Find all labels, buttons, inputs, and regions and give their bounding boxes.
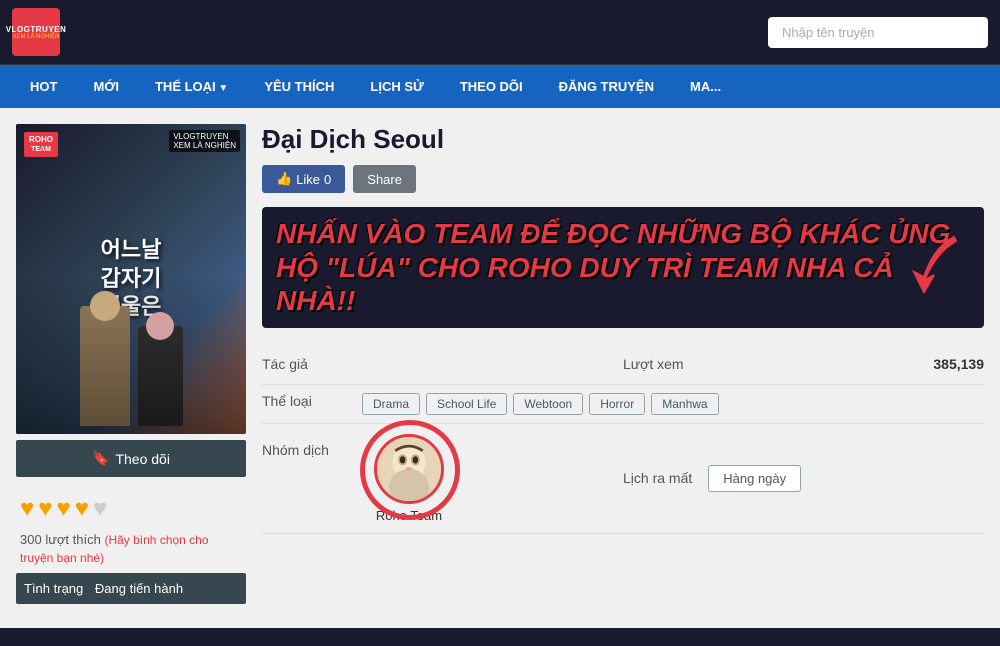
theo-doi-label: Theo dõi (115, 451, 169, 467)
logo-bottom: XEM LÀ NGHIỆN (12, 34, 59, 40)
nav-lich-su[interactable]: LỊCH SỬ (352, 65, 441, 108)
nav-the-loai[interactable]: THỂ LOẠI (137, 65, 246, 108)
hang-ngay-button[interactable]: Hàng ngày (708, 465, 801, 492)
navigation: HOT MỚI THỂ LOẠI YÊU THÍCH LỊCH SỬ THEO … (0, 65, 1000, 108)
cover-overlay-label: VLOGTRUYENXEM LÀ NGHIỆN (169, 130, 240, 152)
nav-yeu-thich[interactable]: YÊU THÍCH (246, 65, 352, 108)
search-input[interactable] (768, 17, 988, 48)
the-loai-label: Thể loại (262, 393, 362, 409)
nav-dang-truyen[interactable]: ĐĂNG TRUYỆN (541, 65, 672, 108)
tac-gia-inner: Tác giả (262, 352, 623, 376)
promo-text: NHẤN VÀO TEAM ĐỂ ĐỌC NHỮNG BỘ KHÁC ỦNG H… (276, 217, 970, 318)
like-button[interactable]: 👍 Like 0 (262, 165, 345, 193)
luot-xem-value: 385,139 (933, 356, 984, 372)
star-2[interactable]: ♥ (38, 495, 52, 523)
manga-layout: ROHO TEAM 어느날갑자기서울은 VLOGTRUYENXEM LÀ NGH… (16, 124, 984, 604)
star-1[interactable]: ♥ (20, 495, 34, 523)
logo-top: VLOGTRUYEN (6, 25, 67, 34)
votes-row: 300 lượt thích (Hãy bình chọn cho truyện… (16, 531, 246, 573)
genre-webtoon[interactable]: Webtoon (513, 393, 583, 415)
avatar-image (377, 437, 441, 501)
tac-gia-col: Tác giả (262, 352, 623, 376)
roho-badge-line1: ROHO (29, 134, 53, 145)
luot-xem-label: Lượt xem (623, 356, 684, 372)
char2 (138, 326, 183, 426)
tinh-trang-value: Đang tiến hành (95, 581, 183, 596)
votes-count: 300 lượt thích (20, 532, 104, 547)
nhom-dich-col: Nhóm dịch (262, 434, 623, 523)
action-buttons: 👍 Like 0 Share (262, 165, 984, 193)
status-row: Tình trạng Đang tiến hành (16, 573, 246, 604)
promo-arrow-icon (874, 227, 964, 307)
like-label: Like (296, 172, 320, 187)
nav-hot[interactable]: HOT (12, 65, 75, 108)
nav-theo-doi[interactable]: THEO DÕI (442, 65, 541, 108)
manga-title: Đại Dịch Seoul (262, 124, 984, 155)
avatar-svg (377, 434, 441, 504)
bookmark-icon: 🔖 (92, 450, 109, 467)
translator-name: Roho Team (376, 508, 442, 523)
left-panel: ROHO TEAM 어느날갑자기서울은 VLOGTRUYENXEM LÀ NGH… (16, 124, 246, 604)
star-3[interactable]: ♥ (57, 495, 71, 523)
genre-horror[interactable]: Horror (589, 393, 645, 415)
nhom-dich-row: Nhóm dịch (262, 424, 984, 534)
cover-characters (16, 274, 246, 434)
content-area: ROHO TEAM 어느날갑자기서울은 VLOGTRUYENXEM LÀ NGH… (0, 108, 1000, 628)
share-button[interactable]: Share (353, 165, 416, 193)
logo[interactable]: VLOGTRUYEN XEM LÀ NGHIỆN (12, 8, 60, 56)
nhom-dich-label: Nhóm dịch (262, 434, 362, 458)
translator-wrapper: Roho Team (374, 434, 444, 523)
translator-roho-team[interactable]: Roho Team (374, 434, 444, 523)
nav-moi[interactable]: MỚI (75, 65, 137, 108)
genre-school-life[interactable]: School Life (426, 393, 507, 415)
genre-drama[interactable]: Drama (362, 393, 420, 415)
right-panel: Đại Dịch Seoul 👍 Like 0 Share NHẤN VÀO T… (262, 124, 984, 604)
lich-ra-mat-label: Lịch ra mất (623, 470, 692, 486)
roho-badge-line2: TEAM (29, 145, 53, 155)
genre-manhwa[interactable]: Manhwa (651, 393, 718, 415)
nav-ma[interactable]: MA... (672, 65, 739, 108)
like-count: 0 (324, 172, 331, 187)
star-4[interactable]: ♥ (75, 495, 89, 523)
logo-image: VLOGTRUYEN XEM LÀ NGHIỆN (12, 8, 60, 56)
cover-image: ROHO TEAM 어느날갑자기서울은 VLOGTRUYENXEM LÀ NGH… (16, 124, 246, 434)
stars-container: ♥ ♥ ♥ ♥ ♥ (16, 487, 246, 531)
promo-banner[interactable]: NHẤN VÀO TEAM ĐỂ ĐỌC NHỮNG BỘ KHÁC ỦNG H… (262, 207, 984, 328)
star-5[interactable]: ♥ (93, 495, 107, 523)
roho-badge: ROHO TEAM (24, 132, 58, 157)
translator-avatar (374, 434, 444, 504)
tac-gia-label: Tác giả (262, 356, 362, 372)
thumb-icon: 👍 (276, 171, 292, 187)
tac-gia-row: Tác giả Lượt xem 385,139 (262, 344, 984, 385)
lich-ra-mat-col: Lịch ra mất Hàng ngày (623, 434, 984, 523)
cover-inner: ROHO TEAM 어느날갑자기서울은 VLOGTRUYENXEM LÀ NGH… (16, 124, 246, 434)
theo-doi-button[interactable]: 🔖 Theo dõi (16, 440, 246, 477)
genre-tags: Drama School Life Webtoon Horror Manhwa (362, 393, 719, 415)
char1 (80, 306, 130, 426)
tinh-trang-label: Tình trạng (24, 581, 83, 596)
luot-xem-col: Lượt xem 385,139 (623, 352, 984, 376)
header: VLOGTRUYEN XEM LÀ NGHIỆN (0, 0, 1000, 65)
the-loai-row: Thể loại Drama School Life Webtoon Horro… (262, 385, 984, 424)
